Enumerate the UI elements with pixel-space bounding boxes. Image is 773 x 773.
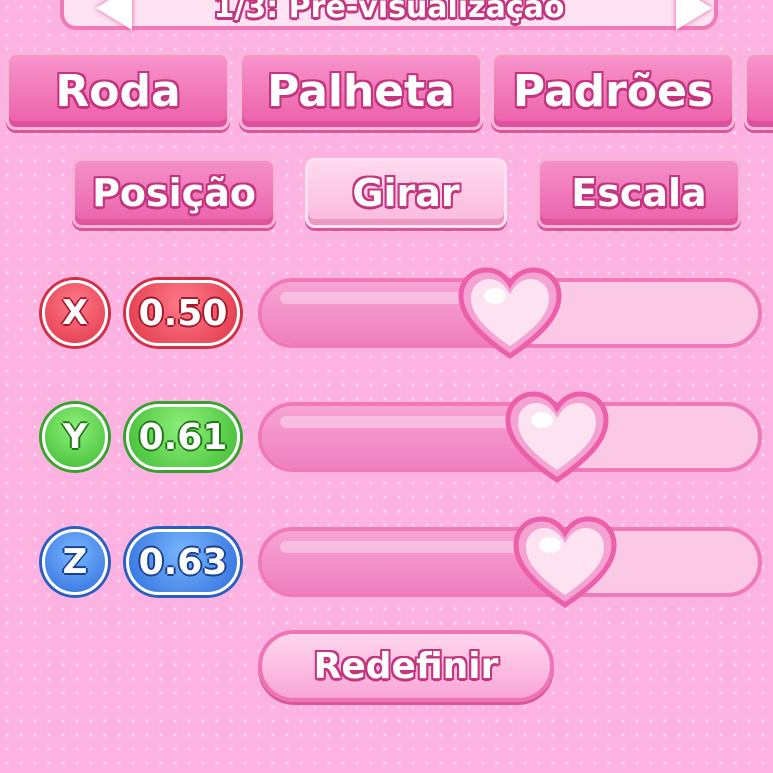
tab-label: Padrões	[512, 65, 714, 117]
title-bar: 1/3: Pré-visualização	[60, 0, 718, 30]
slider-x[interactable]	[258, 267, 762, 360]
axis-z-badge: Z	[42, 529, 108, 595]
subtab-label: Escala	[571, 171, 707, 215]
heart-handle-icon[interactable]	[455, 264, 565, 364]
axis-x-badge: X	[42, 280, 108, 346]
tab-label: Palheta	[267, 65, 455, 117]
tab-label: Roda	[55, 65, 181, 117]
subtab-escala[interactable]: Escala	[537, 158, 741, 228]
tab-next-partial[interactable]	[744, 52, 773, 130]
arrow-right-icon[interactable]	[676, 0, 712, 30]
subtab-label: Girar	[352, 171, 460, 215]
arrow-left-icon[interactable]	[96, 0, 132, 30]
tab-padroes[interactable]: Padrões	[491, 52, 735, 130]
reset-label: Redefinir	[313, 645, 499, 687]
slider-y[interactable]	[258, 391, 762, 484]
axis-x-value: 0.50	[126, 280, 240, 346]
axis-y-value: 0.61	[126, 404, 240, 470]
subtab-label: Posição	[92, 171, 256, 215]
tab-palheta[interactable]: Palheta	[239, 52, 483, 130]
axis-z-value: 0.63	[126, 529, 240, 595]
heart-handle-icon[interactable]	[510, 513, 620, 613]
tab-roda[interactable]: Roda	[6, 52, 230, 130]
page-title: 1/3: Pré-visualização	[213, 0, 565, 25]
heart-handle-icon[interactable]	[502, 388, 612, 488]
reset-button[interactable]: Redefinir	[258, 630, 554, 702]
slider-z[interactable]	[258, 516, 762, 609]
subtab-girar[interactable]: Girar	[305, 158, 507, 228]
subtab-posicao[interactable]: Posição	[72, 158, 276, 228]
axis-y-badge: Y	[42, 404, 108, 470]
